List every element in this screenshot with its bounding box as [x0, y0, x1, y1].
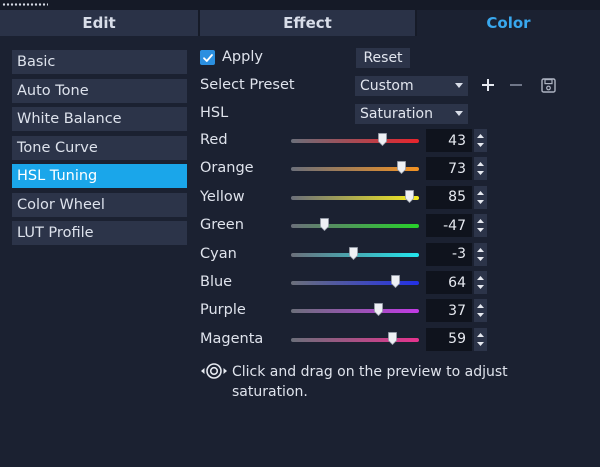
save-icon[interactable] [540, 77, 557, 94]
slider-label: Blue [200, 274, 233, 290]
title-strip [0, 0, 600, 10]
slider-thumb[interactable] [378, 133, 387, 146]
slider-value-input[interactable]: 85 [426, 185, 472, 209]
slider-thumb[interactable] [388, 331, 398, 345]
nav-item-basic[interactable]: Basic [12, 50, 187, 74]
tab-color[interactable]: Color [417, 10, 600, 36]
plus-icon[interactable] [480, 77, 496, 93]
slider-track-magenta[interactable] [291, 337, 419, 342]
spinner-arrows-icon[interactable] [474, 157, 487, 181]
slider-value-input[interactable]: 64 [426, 271, 472, 294]
spinner-arrows-icon[interactable] [474, 327, 487, 351]
slider-label: Yellow [200, 188, 245, 205]
slider-value-input[interactable]: 59 [426, 327, 472, 351]
slider-value-input[interactable]: 43 [426, 129, 472, 152]
slider-thumb[interactable] [320, 218, 330, 232]
target-adjust-icon [201, 363, 227, 379]
apply-label: Apply [222, 49, 263, 65]
slider-row-red: Red 43 [0, 129, 600, 155]
tab-effect[interactable]: Effect [200, 10, 415, 36]
slider-row-yellow: Yellow 85 [0, 185, 600, 212]
chevron-down-icon [455, 83, 463, 88]
slider-track-purple[interactable] [291, 309, 419, 314]
check-icon [202, 53, 213, 62]
apply-checkbox[interactable] [200, 50, 215, 65]
slider-track-green[interactable] [291, 224, 419, 229]
slider-value-input[interactable]: -47 [426, 214, 472, 238]
preset-select-value: Custom [360, 78, 414, 94]
hsl-mode-value: Saturation [360, 106, 433, 122]
spinner-arrows-icon[interactable] [474, 129, 487, 152]
slider-thumb[interactable] [397, 161, 407, 175]
spinner-arrows-icon[interactable] [474, 299, 487, 323]
minus-icon[interactable] [508, 77, 524, 93]
slider-track-red[interactable] [291, 139, 419, 143]
slider-row-magenta: Magenta 59 [0, 327, 600, 354]
slider-label: Cyan [200, 245, 237, 262]
chevron-down-icon [455, 111, 463, 116]
spinner-arrows-icon[interactable] [474, 242, 487, 266]
reset-button[interactable]: Reset [356, 48, 410, 68]
nav-item-auto-tone[interactable]: Auto Tone [12, 78, 187, 103]
slider-thumb[interactable] [348, 246, 358, 260]
hsl-label: HSL [200, 105, 229, 121]
spinner-arrows-icon[interactable] [474, 214, 487, 238]
slider-label: Red [200, 132, 228, 148]
slider-label: Green [200, 217, 244, 234]
hint-text: Click and drag on the preview to adjust … [232, 364, 508, 400]
slider-value-input[interactable]: -3 [426, 242, 472, 266]
spinner-arrows-icon[interactable] [474, 271, 487, 294]
select-preset-label: Select Preset [200, 77, 295, 93]
slider-row-blue: Blue 64 [0, 271, 600, 297]
slider-thumb[interactable] [404, 189, 414, 203]
slider-label: Magenta [200, 330, 264, 347]
slider-row-purple: Purple 37 [0, 299, 600, 325]
slider-row-green: Green -47 [0, 214, 600, 240]
slider-label: Orange [200, 160, 254, 177]
slider-row-orange: Orange 73 [0, 157, 600, 183]
nav-item-white-balance[interactable]: White Balance [12, 107, 187, 131]
spinner-arrows-icon[interactable] [474, 185, 487, 209]
slider-thumb[interactable] [374, 303, 384, 317]
slider-label: Purple [200, 302, 246, 319]
slider-track-yellow[interactable] [291, 195, 419, 200]
slider-value-input[interactable]: 73 [426, 157, 472, 181]
slider-thumb[interactable] [391, 275, 401, 288]
slider-value-input[interactable]: 37 [426, 299, 472, 323]
grip-dots[interactable] [2, 3, 48, 6]
tab-edit[interactable]: Edit [0, 10, 198, 36]
tab-bar: Edit Effect Color [0, 10, 600, 36]
slider-row-cyan: Cyan -3 [0, 242, 600, 269]
preset-select[interactable]: Custom [355, 76, 468, 96]
hsl-mode-select[interactable]: Saturation [355, 104, 468, 124]
